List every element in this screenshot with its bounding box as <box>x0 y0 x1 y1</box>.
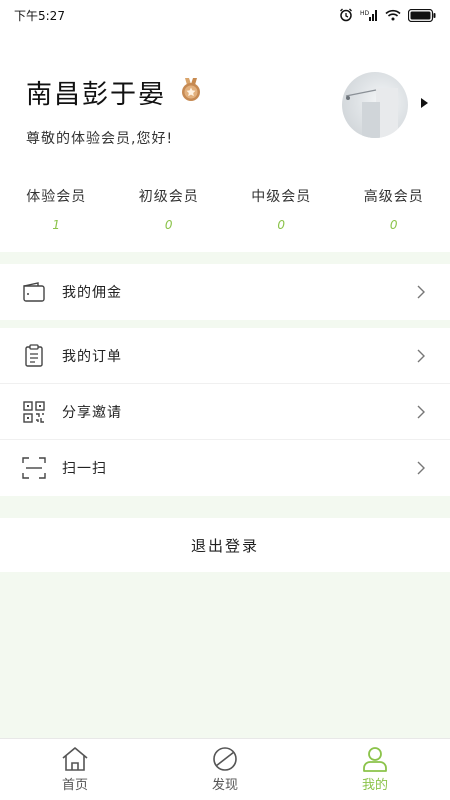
menu-item-orders[interactable]: 我的订单 <box>0 328 450 384</box>
tab-home[interactable]: 首页 <box>0 739 150 800</box>
status-icons: HD <box>339 8 436 22</box>
level-count: 0 <box>164 218 173 232</box>
level-name: 体验会员 <box>26 189 87 205</box>
tab-label: 我的 <box>361 778 388 793</box>
menu-item-label: 扫一扫 <box>62 461 107 477</box>
logout-button[interactable]: 退出登录 <box>0 518 450 572</box>
battery-icon <box>408 8 436 22</box>
tab-label: 发现 <box>211 778 238 793</box>
alarm-icon <box>340 8 352 22</box>
wifi-icon <box>385 9 401 21</box>
level-junior[interactable]: 初级会员 0 <box>113 186 226 232</box>
status-time: 下午5:27 <box>14 8 65 23</box>
scan-icon <box>22 456 46 480</box>
bottom-tab-bar: 首页 发现 我的 <box>0 738 450 800</box>
menu-item-scan[interactable]: 扫一扫 <box>0 440 450 496</box>
qr-code-icon <box>22 400 46 424</box>
chevron-right-icon <box>417 349 425 362</box>
menu-item-label: 我的佣金 <box>62 285 122 301</box>
chevron-right-icon <box>417 461 425 475</box>
level-count: 0 <box>277 218 286 232</box>
tab-discover[interactable]: 发现 <box>150 739 300 800</box>
signal-icon: HD <box>360 10 377 21</box>
chevron-right-icon <box>417 405 425 418</box>
level-count: 0 <box>389 218 398 232</box>
order-list-icon <box>22 343 46 368</box>
discover-icon <box>213 747 237 771</box>
svg-text:HD: HD <box>360 10 370 17</box>
bronze-medal-icon <box>182 78 200 101</box>
profile-header: 南昌彭于晏 尊敬的体验会员,您好! 体验会员 1 初级会员 0 中级会员 0 高… <box>0 30 450 252</box>
avatar[interactable] <box>342 72 408 138</box>
level-name: 中级会员 <box>251 189 312 205</box>
level-senior[interactable]: 高级会员 0 <box>338 186 450 232</box>
home-icon <box>62 747 88 771</box>
status-bar: 下午5:27 HD <box>0 0 450 30</box>
menu-item-commission[interactable]: 我的佣金 <box>0 264 450 320</box>
menu-item-label: 我的订单 <box>62 348 122 365</box>
profile-arrow-icon[interactable] <box>421 98 428 108</box>
user-name: 南昌彭于晏 <box>26 80 167 110</box>
level-count: 1 <box>52 218 61 232</box>
menu-group-wallet: 我的佣金 <box>0 264 450 320</box>
greeting-text: 尊敬的体验会员,您好! <box>26 131 174 147</box>
level-intermediate[interactable]: 中级会员 0 <box>225 186 338 232</box>
member-levels: 体验会员 1 初级会员 0 中级会员 0 高级会员 0 <box>0 186 450 232</box>
level-name: 初级会员 <box>138 189 199 205</box>
level-name: 高级会员 <box>363 189 424 205</box>
menu-item-invite[interactable]: 分享邀请 <box>0 384 450 440</box>
wallet-icon <box>22 280 46 304</box>
tab-mine[interactable]: 我的 <box>300 739 450 800</box>
chevron-right-icon <box>417 285 425 299</box>
tab-label: 首页 <box>61 778 88 793</box>
menu-group-main: 我的订单 分享邀请 扫一扫 <box>0 328 450 496</box>
menu-item-label: 分享邀请 <box>62 404 122 421</box>
user-icon <box>363 747 387 772</box>
level-trial[interactable]: 体验会员 1 <box>0 186 113 232</box>
